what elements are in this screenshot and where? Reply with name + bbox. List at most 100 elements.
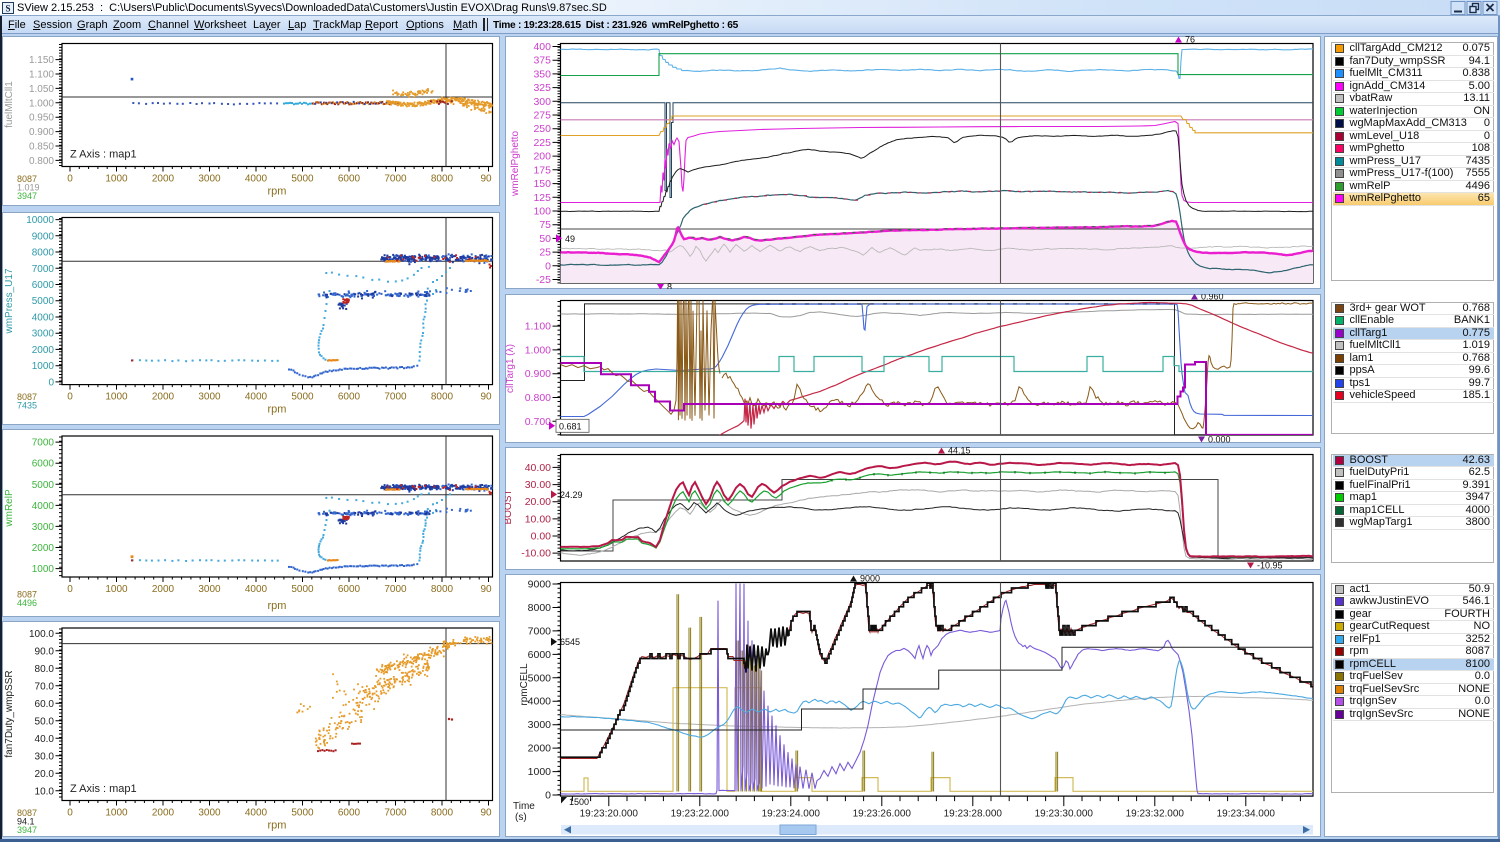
svg-text:10.00: 10.00 bbox=[525, 513, 551, 525]
svg-text:7000: 7000 bbox=[384, 808, 407, 819]
svg-text:80.0: 80.0 bbox=[35, 664, 55, 675]
svg-text:275: 275 bbox=[533, 109, 551, 121]
svg-text:125: 125 bbox=[533, 191, 551, 203]
svg-text:7000: 7000 bbox=[384, 584, 407, 595]
svg-text:10.0: 10.0 bbox=[35, 786, 55, 797]
svg-text:6545: 6545 bbox=[560, 637, 580, 647]
svg-text:0.800: 0.800 bbox=[29, 155, 54, 166]
svg-text:Z Axis : map1: Z Axis : map1 bbox=[70, 148, 137, 160]
svg-text:8000: 8000 bbox=[431, 584, 454, 595]
svg-text:2000: 2000 bbox=[152, 173, 175, 184]
svg-text:1.000: 1.000 bbox=[525, 344, 551, 356]
svg-text:44.15: 44.15 bbox=[948, 447, 971, 456]
svg-text:7000: 7000 bbox=[384, 392, 407, 403]
svg-text:400: 400 bbox=[533, 41, 551, 53]
svg-text:3000: 3000 bbox=[198, 173, 221, 184]
svg-text:3947: 3947 bbox=[17, 825, 37, 835]
svg-text:90: 90 bbox=[481, 808, 493, 819]
svg-text:1.100: 1.100 bbox=[29, 69, 54, 80]
svg-text:1500: 1500 bbox=[569, 797, 589, 807]
svg-text:1000: 1000 bbox=[105, 392, 128, 403]
svg-text:0.000: 0.000 bbox=[1208, 434, 1231, 443]
svg-text:1000: 1000 bbox=[105, 173, 128, 184]
svg-text:8000: 8000 bbox=[431, 173, 454, 184]
svg-text:6000: 6000 bbox=[338, 584, 361, 595]
svg-text:20.00: 20.00 bbox=[525, 496, 551, 508]
svg-text:75: 75 bbox=[539, 219, 551, 231]
svg-text:4000: 4000 bbox=[528, 695, 552, 707]
svg-text:3000: 3000 bbox=[32, 329, 55, 340]
svg-text:90.0: 90.0 bbox=[35, 646, 55, 657]
svg-text:3000: 3000 bbox=[198, 808, 221, 819]
svg-text:175: 175 bbox=[533, 164, 551, 176]
svg-text:8000: 8000 bbox=[431, 392, 454, 403]
svg-text:1000: 1000 bbox=[32, 564, 55, 575]
svg-text:rpm: rpm bbox=[268, 404, 287, 416]
svg-text:0.681: 0.681 bbox=[559, 421, 582, 431]
svg-text:8: 8 bbox=[667, 282, 672, 290]
svg-text:cllTarg1 (λ): cllTarg1 (λ) bbox=[505, 344, 516, 393]
svg-text:3000: 3000 bbox=[198, 392, 221, 403]
svg-text:76: 76 bbox=[1185, 36, 1195, 45]
svg-text:0.00: 0.00 bbox=[531, 531, 552, 543]
svg-text:19:23:26.000: 19:23:26.000 bbox=[853, 808, 912, 819]
svg-text:19:23:34.000: 19:23:34.000 bbox=[1217, 808, 1276, 819]
svg-text:fan7Duty_wmpSSR: fan7Duty_wmpSSR bbox=[4, 670, 15, 757]
svg-text:8000: 8000 bbox=[32, 248, 55, 259]
svg-text:30.0: 30.0 bbox=[35, 751, 55, 762]
svg-text:-25: -25 bbox=[536, 274, 551, 286]
svg-text:0: 0 bbox=[545, 789, 551, 801]
svg-text:375: 375 bbox=[533, 54, 551, 66]
svg-text:9000: 9000 bbox=[528, 578, 552, 590]
svg-text:8000: 8000 bbox=[431, 808, 454, 819]
svg-text:300: 300 bbox=[533, 95, 551, 107]
svg-text:1000: 1000 bbox=[105, 808, 128, 819]
svg-text:5000: 5000 bbox=[291, 584, 314, 595]
svg-text:7000: 7000 bbox=[32, 438, 55, 449]
svg-text:6000: 6000 bbox=[32, 459, 55, 470]
svg-text:100: 100 bbox=[533, 205, 551, 217]
svg-text:19:23:24.000: 19:23:24.000 bbox=[762, 808, 821, 819]
svg-text:0.700: 0.700 bbox=[525, 415, 551, 427]
svg-text:rpm: rpm bbox=[268, 185, 287, 197]
svg-text:49: 49 bbox=[565, 233, 575, 243]
svg-text:3000: 3000 bbox=[32, 522, 55, 533]
svg-text:1000: 1000 bbox=[105, 584, 128, 595]
svg-text:4000: 4000 bbox=[245, 173, 268, 184]
svg-text:5000: 5000 bbox=[32, 480, 55, 491]
svg-text:100.0: 100.0 bbox=[29, 629, 54, 640]
svg-text:1000: 1000 bbox=[528, 766, 552, 778]
svg-text:Time: Time bbox=[513, 801, 535, 812]
svg-text:60.0: 60.0 bbox=[35, 699, 55, 710]
svg-text:0: 0 bbox=[48, 377, 54, 388]
svg-text:-10.95: -10.95 bbox=[1257, 561, 1283, 570]
svg-text:350: 350 bbox=[533, 68, 551, 80]
svg-text:4000: 4000 bbox=[245, 584, 268, 595]
svg-text:0.950: 0.950 bbox=[29, 112, 54, 123]
svg-text:3947: 3947 bbox=[17, 191, 37, 201]
svg-text:150: 150 bbox=[533, 178, 551, 190]
svg-text:90: 90 bbox=[481, 584, 493, 595]
svg-text:rpmCELL: rpmCELL bbox=[519, 662, 530, 705]
svg-text:1000: 1000 bbox=[32, 361, 55, 372]
svg-text:325: 325 bbox=[533, 82, 551, 94]
svg-text:19:23:32.000: 19:23:32.000 bbox=[1126, 808, 1185, 819]
svg-text:50: 50 bbox=[539, 232, 551, 244]
svg-text:90: 90 bbox=[481, 173, 493, 184]
svg-text:7435: 7435 bbox=[17, 401, 37, 411]
svg-text:2000: 2000 bbox=[152, 392, 175, 403]
svg-text:0: 0 bbox=[67, 808, 73, 819]
svg-text:3000: 3000 bbox=[528, 719, 552, 731]
svg-text:90: 90 bbox=[481, 392, 493, 403]
svg-text:1.000: 1.000 bbox=[29, 98, 54, 109]
svg-text:0.960: 0.960 bbox=[1201, 294, 1224, 302]
svg-text:rpm: rpm bbox=[268, 820, 287, 832]
svg-text:0: 0 bbox=[67, 584, 73, 595]
svg-text:4000: 4000 bbox=[245, 808, 268, 819]
svg-text:9000: 9000 bbox=[860, 574, 880, 584]
svg-text:7000: 7000 bbox=[384, 173, 407, 184]
svg-text:3000: 3000 bbox=[198, 584, 221, 595]
svg-text:5000: 5000 bbox=[291, 173, 314, 184]
svg-text:0: 0 bbox=[67, 173, 73, 184]
svg-text:8000: 8000 bbox=[528, 602, 552, 614]
